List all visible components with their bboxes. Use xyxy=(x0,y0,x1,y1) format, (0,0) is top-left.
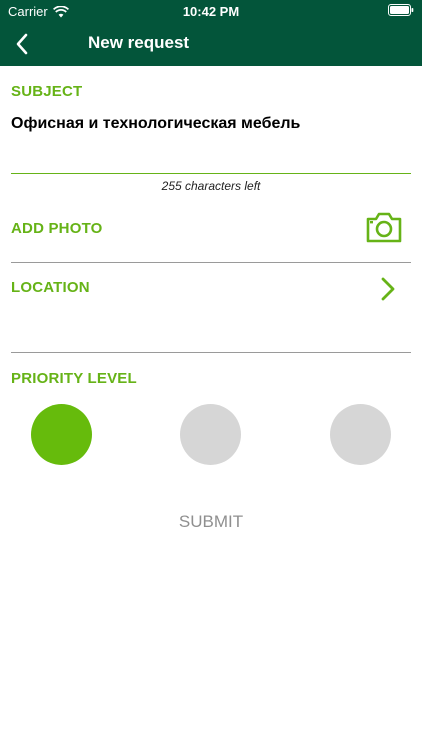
subject-input[interactable]: Офисная и технологическая мебель xyxy=(11,115,300,133)
divider xyxy=(11,352,411,353)
app-header: Carrier 10:42 PM New request xyxy=(0,0,422,66)
battery-icon xyxy=(388,4,414,16)
chevron-left-icon xyxy=(16,33,28,55)
back-button[interactable] xyxy=(6,28,38,60)
add-photo-label: ADD PHOTO xyxy=(11,220,103,237)
subject-underline xyxy=(11,173,411,174)
status-right xyxy=(388,4,414,19)
add-photo-row[interactable]: ADD PHOTO xyxy=(11,208,411,248)
location-row[interactable]: LOCATION xyxy=(11,266,411,314)
submit-button[interactable]: SUBMIT xyxy=(0,512,422,532)
priority-option-high[interactable] xyxy=(330,404,391,465)
status-bar: Carrier 10:42 PM xyxy=(0,0,422,22)
priority-option-low[interactable] xyxy=(31,404,92,465)
chevron-right-icon xyxy=(381,277,395,301)
camera-icon[interactable] xyxy=(365,210,403,244)
divider xyxy=(11,262,411,263)
location-label: LOCATION xyxy=(11,279,90,296)
chars-left-hint: 255 characters left xyxy=(161,179,261,193)
subject-label: SUBJECT xyxy=(11,83,83,100)
page-title: New request xyxy=(88,33,190,52)
priority-option-medium[interactable] xyxy=(180,404,241,465)
status-time: 10:42 PM xyxy=(182,4,240,19)
priority-label: PRIORITY LEVEL xyxy=(11,370,137,387)
nav-bar: New request xyxy=(0,22,422,66)
